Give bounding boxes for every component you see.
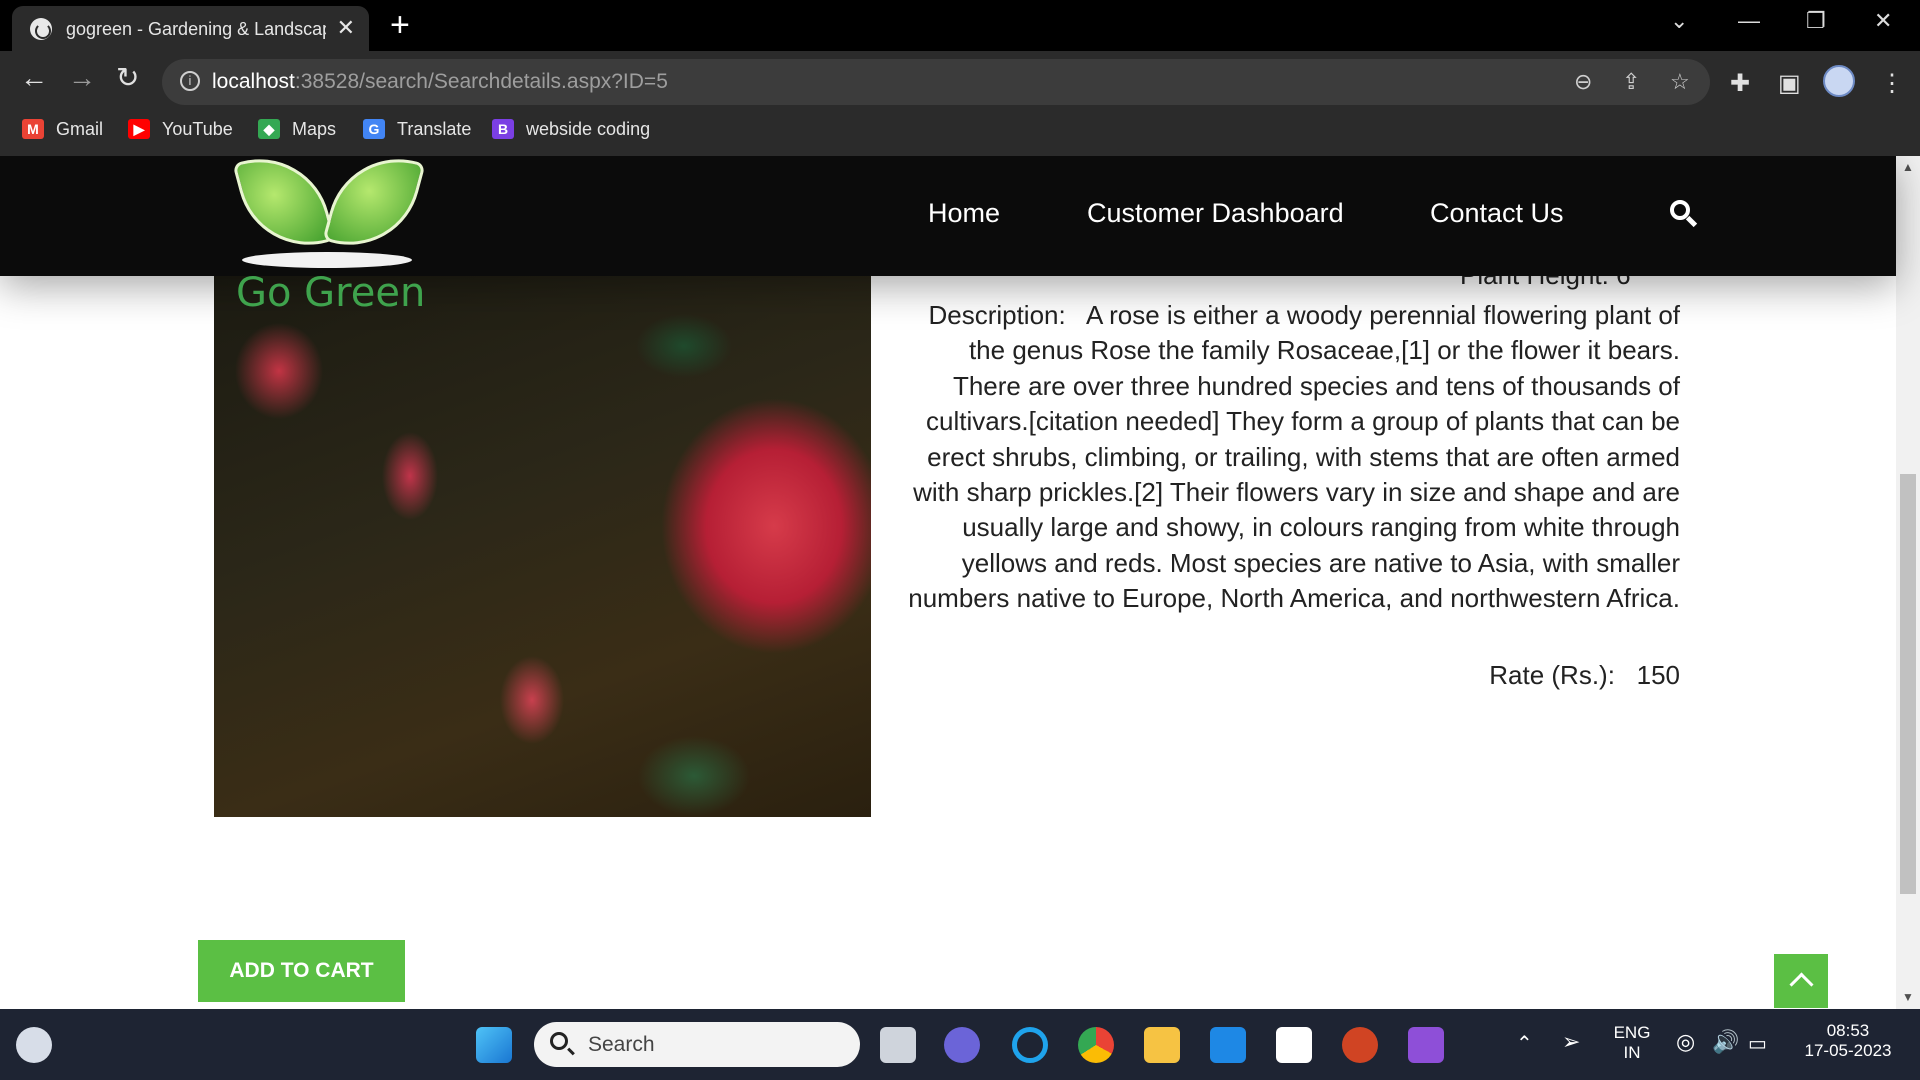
bookmark-webside-coding[interactable]: B webside coding — [492, 116, 650, 142]
leaf-icon — [322, 156, 426, 261]
brand-name: Go Green — [236, 270, 426, 316]
description-label: Description: — [928, 300, 1066, 330]
tab-title: gogreen - Gardening & Landscaping — [66, 19, 326, 39]
new-tab-button[interactable]: + — [390, 8, 410, 42]
bookmark-star-icon[interactable]: ☆ — [1670, 69, 1690, 95]
go-green-logo[interactable]: Go Green — [232, 156, 426, 316]
volume-icon[interactable]: 🔊 — [1712, 1029, 1739, 1055]
nav-customer-dashboard[interactable]: Customer Dashboard — [1087, 198, 1344, 229]
powerpoint-icon[interactable] — [1342, 1027, 1378, 1063]
taskbar-search[interactable]: Search — [534, 1022, 860, 1067]
chrome-icon[interactable] — [1078, 1027, 1114, 1063]
menu-kebab-icon[interactable]: ⋮ — [1880, 69, 1904, 98]
nav-home[interactable]: Home — [928, 198, 1000, 229]
address-bar[interactable]: i localhost:38528/search/Searchdetails.a… — [162, 59, 1710, 105]
start-windows-icon[interactable] — [476, 1027, 512, 1063]
visual-studio-icon[interactable] — [1408, 1027, 1444, 1063]
product-description: Description: A rose is either a woody pe… — [900, 298, 1680, 617]
translate-icon: G — [363, 119, 385, 139]
cortana-icon[interactable] — [1012, 1027, 1048, 1063]
product-image-rose — [214, 276, 871, 817]
rate-label: Rate (Rs.): — [1489, 660, 1615, 690]
bookmark-gmail[interactable]: M Gmail — [22, 116, 103, 142]
site-info-icon[interactable]: i — [180, 71, 200, 91]
clock-date: 17-05-2023 — [1804, 1041, 1892, 1060]
microsoft-store-icon[interactable] — [1276, 1027, 1312, 1063]
maps-icon: ◆ — [258, 119, 280, 139]
zoom-icon[interactable]: ⊖ — [1574, 69, 1592, 95]
restore-icon[interactable]: ❐ — [1806, 8, 1826, 34]
leaf-icon — [232, 156, 336, 261]
back-icon[interactable]: ← — [20, 63, 48, 93]
profile-avatar[interactable] — [1823, 65, 1855, 97]
clock[interactable]: 08:53 17-05-2023 — [1792, 1021, 1904, 1061]
scroll-up-icon[interactable]: ▲ — [1902, 160, 1914, 174]
product-rate: Rate (Rs.): 150 — [900, 660, 1680, 691]
chevron-up-icon[interactable]: ⌃ — [1516, 1031, 1533, 1056]
reload-icon[interactable]: ↻ — [116, 63, 139, 93]
scroll-down-icon[interactable]: ▼ — [1902, 990, 1914, 1004]
bootstrap-icon: B — [492, 119, 514, 139]
file-explorer-icon[interactable] — [1144, 1027, 1180, 1063]
site-navbar: Go Green Home Customer Dashboard Contact… — [0, 156, 1896, 316]
add-to-cart-button[interactable]: ADD TO CART — [198, 940, 405, 1002]
bookmark-youtube[interactable]: ▶ YouTube — [128, 116, 233, 142]
page-scrollbar[interactable]: ▲ ▼ — [1896, 156, 1920, 1009]
minimize-icon[interactable]: — — [1738, 8, 1760, 34]
url-text[interactable]: localhost:38528/search/Searchdetails.asp… — [212, 70, 668, 94]
search-icon — [550, 1032, 568, 1050]
search-icon[interactable] — [1670, 200, 1698, 228]
bookmark-translate[interactable]: G Translate — [363, 116, 471, 142]
share-icon[interactable]: ⇪ — [1622, 69, 1640, 95]
browser-toolbar: ← → ↻ i localhost:38528/search/Searchdet… — [0, 51, 1920, 156]
bookmark-maps[interactable]: ◆ Maps — [258, 116, 336, 142]
myhp-icon[interactable] — [1210, 1027, 1246, 1063]
scroll-to-top-button[interactable] — [1774, 954, 1828, 1008]
description-text: A rose is either a woody perennial flowe… — [908, 300, 1680, 614]
forward-icon[interactable]: → — [68, 63, 96, 93]
rate-value: 150 — [1636, 660, 1680, 690]
extensions-icon[interactable]: ✚ — [1730, 69, 1750, 98]
youtube-icon: ▶ — [128, 119, 150, 139]
teams-chat-icon[interactable] — [944, 1027, 980, 1063]
clock-time: 08:53 — [1826, 1021, 1870, 1040]
globe-icon — [30, 18, 52, 40]
chevron-down-icon[interactable]: ⌄ — [1670, 8, 1688, 34]
bookmarks-bar: M Gmail ▶ YouTube ◆ Maps G Translate B w… — [0, 112, 1920, 148]
scrollbar-thumb[interactable] — [1900, 474, 1916, 894]
side-panel-icon[interactable]: ▣ — [1778, 69, 1801, 98]
battery-icon[interactable]: ▭ — [1748, 1031, 1767, 1056]
nav-contact-us[interactable]: Contact Us — [1430, 198, 1564, 229]
windows-taskbar: Search ⌃ ➢ ENG IN ◎ 🔊 ▭ 08:53 17-05-2023 — [0, 1009, 1920, 1080]
network-icon[interactable]: ◎ — [1676, 1029, 1695, 1055]
page-viewport: Plant Height: 6 Description: A rose is e… — [0, 156, 1920, 1009]
gmail-icon: M — [22, 119, 44, 139]
location-icon[interactable]: ➢ — [1562, 1029, 1580, 1055]
tab-close-icon[interactable]: ✕ — [337, 15, 355, 41]
task-view-icon[interactable] — [880, 1027, 916, 1063]
browser-tab[interactable]: gogreen - Gardening & Landscaping ✕ — [12, 6, 369, 51]
window-close-icon[interactable]: ✕ — [1874, 8, 1892, 34]
weather-icon[interactable] — [16, 1027, 52, 1063]
language-indicator[interactable]: ENG IN — [1610, 1023, 1654, 1063]
browser-tab-bar: gogreen - Gardening & Landscaping ✕ + ⌄ … — [0, 0, 1920, 51]
